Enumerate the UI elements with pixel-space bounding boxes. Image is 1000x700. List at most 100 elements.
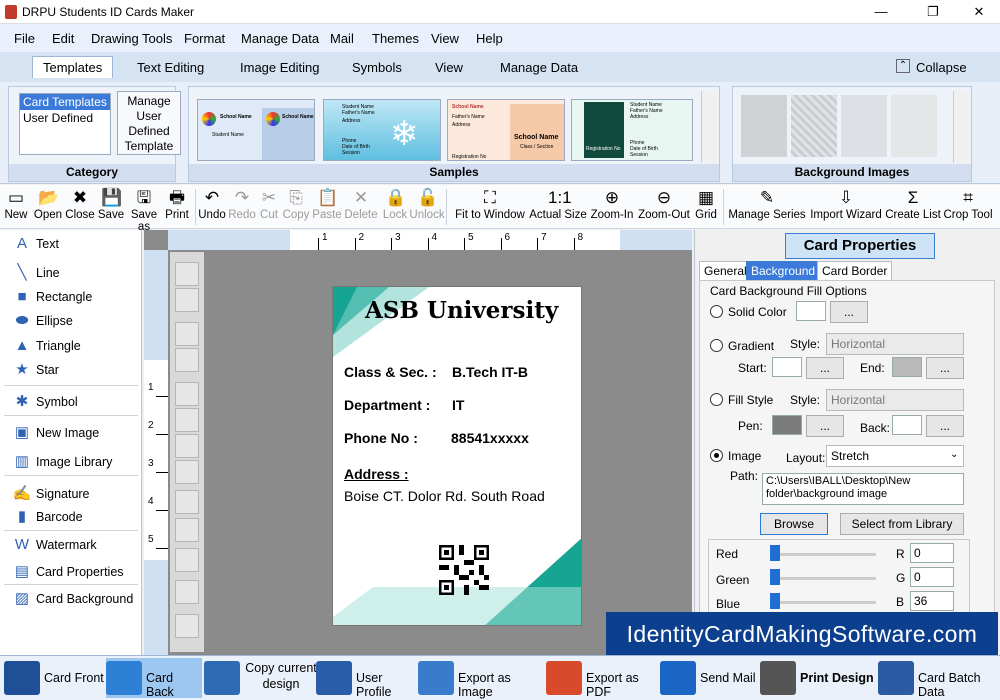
alignment-tool-3[interactable] bbox=[175, 322, 199, 346]
toolbar-save-button[interactable]: 💾 Save bbox=[97, 185, 125, 229]
tool-card-properties[interactable]: ▤ Card Properties bbox=[0, 560, 140, 584]
gradient-start-picker-button[interactable]: ... bbox=[806, 357, 844, 379]
bottom-card-batch-data-button[interactable]: Card Batch Data bbox=[878, 658, 998, 699]
red-slider[interactable] bbox=[772, 553, 876, 556]
alignment-tool-7[interactable] bbox=[175, 434, 199, 458]
tool-image-library[interactable]: ▥ Image Library bbox=[0, 450, 140, 474]
solid-color-picker-button[interactable]: ... bbox=[830, 301, 868, 323]
solid-color-radio[interactable] bbox=[710, 305, 723, 318]
fill-style-select[interactable]: Horizontal bbox=[826, 389, 964, 411]
alignment-tool-2[interactable] bbox=[175, 288, 199, 312]
toolbar-lock-button[interactable]: 🔒 Lock bbox=[381, 185, 409, 229]
maximize-button[interactable]: ❐ bbox=[910, 0, 956, 24]
manage-user-defined-template-button[interactable]: Manage User Defined Template bbox=[117, 91, 181, 155]
gradient-end-picker-button[interactable]: ... bbox=[926, 357, 964, 379]
toolbar-new-button[interactable]: ▭ New bbox=[3, 185, 29, 229]
toolbar-open-button[interactable]: 📂 Open bbox=[33, 185, 63, 229]
background-images-scrollbar[interactable] bbox=[953, 91, 969, 163]
gradient-radio[interactable] bbox=[710, 339, 723, 352]
toolbar-manage-series-button[interactable]: ✎ Manage Series bbox=[728, 185, 806, 229]
toolbar-actual-size-button[interactable]: 1:1 Actual Size bbox=[529, 185, 587, 229]
bottom-print-design-button[interactable]: Print Design bbox=[760, 658, 876, 698]
toolbar-fit-to-window-button[interactable]: ⛶ Fit to Window bbox=[452, 185, 528, 229]
tab-text-editing[interactable]: Text Editing bbox=[137, 60, 204, 75]
menu-mail[interactable]: Mail bbox=[330, 31, 354, 46]
menu-drawing-tools[interactable]: Drawing Tools bbox=[91, 31, 172, 46]
menu-file[interactable]: File bbox=[14, 31, 35, 46]
chevron-down-icon[interactable]: ⌄ bbox=[950, 449, 958, 460]
toolbar-undo-button[interactable]: ↶ Undo bbox=[197, 185, 227, 229]
alignment-tool-10[interactable] bbox=[175, 518, 199, 542]
fill-style-radio[interactable] bbox=[710, 393, 723, 406]
layout-select[interactable]: Stretch bbox=[826, 445, 964, 467]
alignment-tool-13[interactable] bbox=[175, 614, 199, 638]
tool-text[interactable]: A Text bbox=[0, 232, 140, 256]
alignment-tool-9[interactable] bbox=[175, 490, 199, 514]
alignment-tool-8[interactable] bbox=[175, 460, 199, 484]
menu-edit[interactable]: Edit bbox=[52, 31, 74, 46]
bottom-card-back-button[interactable]: Card Back bbox=[106, 658, 202, 699]
toolbar-zoom-in-button[interactable]: ⊕ Zoom-In bbox=[589, 185, 635, 229]
tool-symbol[interactable]: ✱ Symbol bbox=[0, 390, 140, 414]
toolbar-save-as-button[interactable]: 🖫 Save as bbox=[125, 185, 163, 233]
red-slider-thumb[interactable] bbox=[770, 545, 780, 561]
tab-templates[interactable]: Templates bbox=[32, 56, 114, 78]
bottom-user-profile-button[interactable]: User Profile bbox=[316, 658, 416, 699]
gradient-start-swatch[interactable] bbox=[772, 357, 802, 377]
toolbar-create-list-button[interactable]: Σ Create List bbox=[885, 185, 941, 229]
tab-manage-data[interactable]: Manage Data bbox=[500, 60, 578, 75]
collapse-label[interactable]: Collapse bbox=[916, 60, 967, 75]
toolbar-grid-button[interactable]: ▦ Grid bbox=[693, 185, 719, 229]
bottom-copy-current-design-button[interactable]: Copy current design bbox=[204, 658, 317, 698]
menu-themes[interactable]: Themes bbox=[372, 31, 419, 46]
category-list[interactable]: Card Templates User Defined bbox=[19, 93, 111, 155]
green-slider-thumb[interactable] bbox=[770, 569, 780, 585]
background-image-2[interactable] bbox=[791, 95, 837, 157]
menu-help[interactable]: Help bbox=[476, 31, 503, 46]
bottom-card-front-button[interactable]: Card Front bbox=[4, 658, 104, 698]
bottom-export-as-image-button[interactable]: Export as Image bbox=[418, 658, 544, 699]
menu-view[interactable]: View bbox=[431, 31, 459, 46]
toolbar-redo-button[interactable]: ↷ Redo bbox=[228, 185, 256, 229]
menu-manage-data[interactable]: Manage Data bbox=[241, 31, 319, 46]
tool-signature[interactable]: ✍ Signature bbox=[0, 482, 140, 506]
tool-line[interactable]: ╲ Line bbox=[0, 261, 140, 285]
sample-template-4[interactable]: Registration No Student Name Father's Na… bbox=[571, 99, 693, 161]
toolbar-import-wizard-button[interactable]: ⇩ Import Wizard bbox=[808, 185, 884, 229]
pen-color-swatch[interactable] bbox=[772, 415, 802, 435]
toolbar-cut-button[interactable]: ✂ Cut bbox=[257, 185, 281, 229]
solid-color-swatch[interactable] bbox=[796, 301, 826, 321]
close-window-button[interactable]: ✕ bbox=[956, 0, 1000, 24]
sample-template-3[interactable]: School Name Father's Name Address Regist… bbox=[447, 99, 565, 161]
toolbar-zoom-out-button[interactable]: ⊖ Zoom-Out bbox=[637, 185, 691, 229]
select-from-library-button[interactable]: Select from Library bbox=[840, 513, 964, 535]
tool-barcode[interactable]: ▮ Barcode bbox=[0, 505, 140, 529]
tool-new-image[interactable]: ▣ New Image bbox=[0, 421, 140, 445]
toolbar-crop-tool-button[interactable]: ⌗ Crop Tool bbox=[941, 185, 995, 229]
blue-slider-thumb[interactable] bbox=[770, 593, 780, 609]
gradient-style-select[interactable]: Horizontal bbox=[826, 333, 964, 355]
bottom-export-as-pdf-button[interactable]: Export as PDF bbox=[546, 658, 658, 699]
tab-card-border[interactable]: Card Border bbox=[817, 261, 893, 281]
tool-triangle[interactable]: ▲ Triangle bbox=[0, 334, 140, 358]
tab-image-editing[interactable]: Image Editing bbox=[240, 60, 320, 75]
path-field[interactable]: C:\Users\IBALL\Desktop\New folder\backgr… bbox=[762, 473, 964, 505]
toolbar-paste-button[interactable]: 📋 Paste bbox=[311, 185, 343, 229]
menu-format[interactable]: Format bbox=[184, 31, 225, 46]
tool-star[interactable]: ★ Star bbox=[0, 358, 140, 382]
id-card-back[interactable]: ASB University Class & Sec. : B.Tech IT-… bbox=[332, 286, 582, 626]
tab-symbols[interactable]: Symbols bbox=[352, 60, 402, 75]
background-image-4[interactable] bbox=[891, 95, 937, 157]
category-item-user-defined[interactable]: User Defined bbox=[20, 110, 110, 126]
gradient-end-swatch[interactable] bbox=[892, 357, 922, 377]
tool-rectangle[interactable]: ■ Rectangle bbox=[0, 285, 140, 309]
sample-template-1[interactable]: School Name Student Name School Name bbox=[197, 99, 315, 161]
tab-general[interactable]: General bbox=[699, 261, 752, 281]
category-item-card-templates[interactable]: Card Templates bbox=[20, 94, 110, 110]
sample-template-2[interactable]: Student Name Father's Name Address Phone… bbox=[323, 99, 441, 161]
toolbar-copy-button[interactable]: ⎘ Copy bbox=[282, 185, 310, 229]
alignment-tool-4[interactable] bbox=[175, 348, 199, 372]
toolbar-unlock-button[interactable]: 🔓 Unlock bbox=[409, 185, 445, 229]
alignment-tool-6[interactable] bbox=[175, 408, 199, 432]
bottom-send-mail-button[interactable]: Send Mail bbox=[660, 658, 758, 698]
